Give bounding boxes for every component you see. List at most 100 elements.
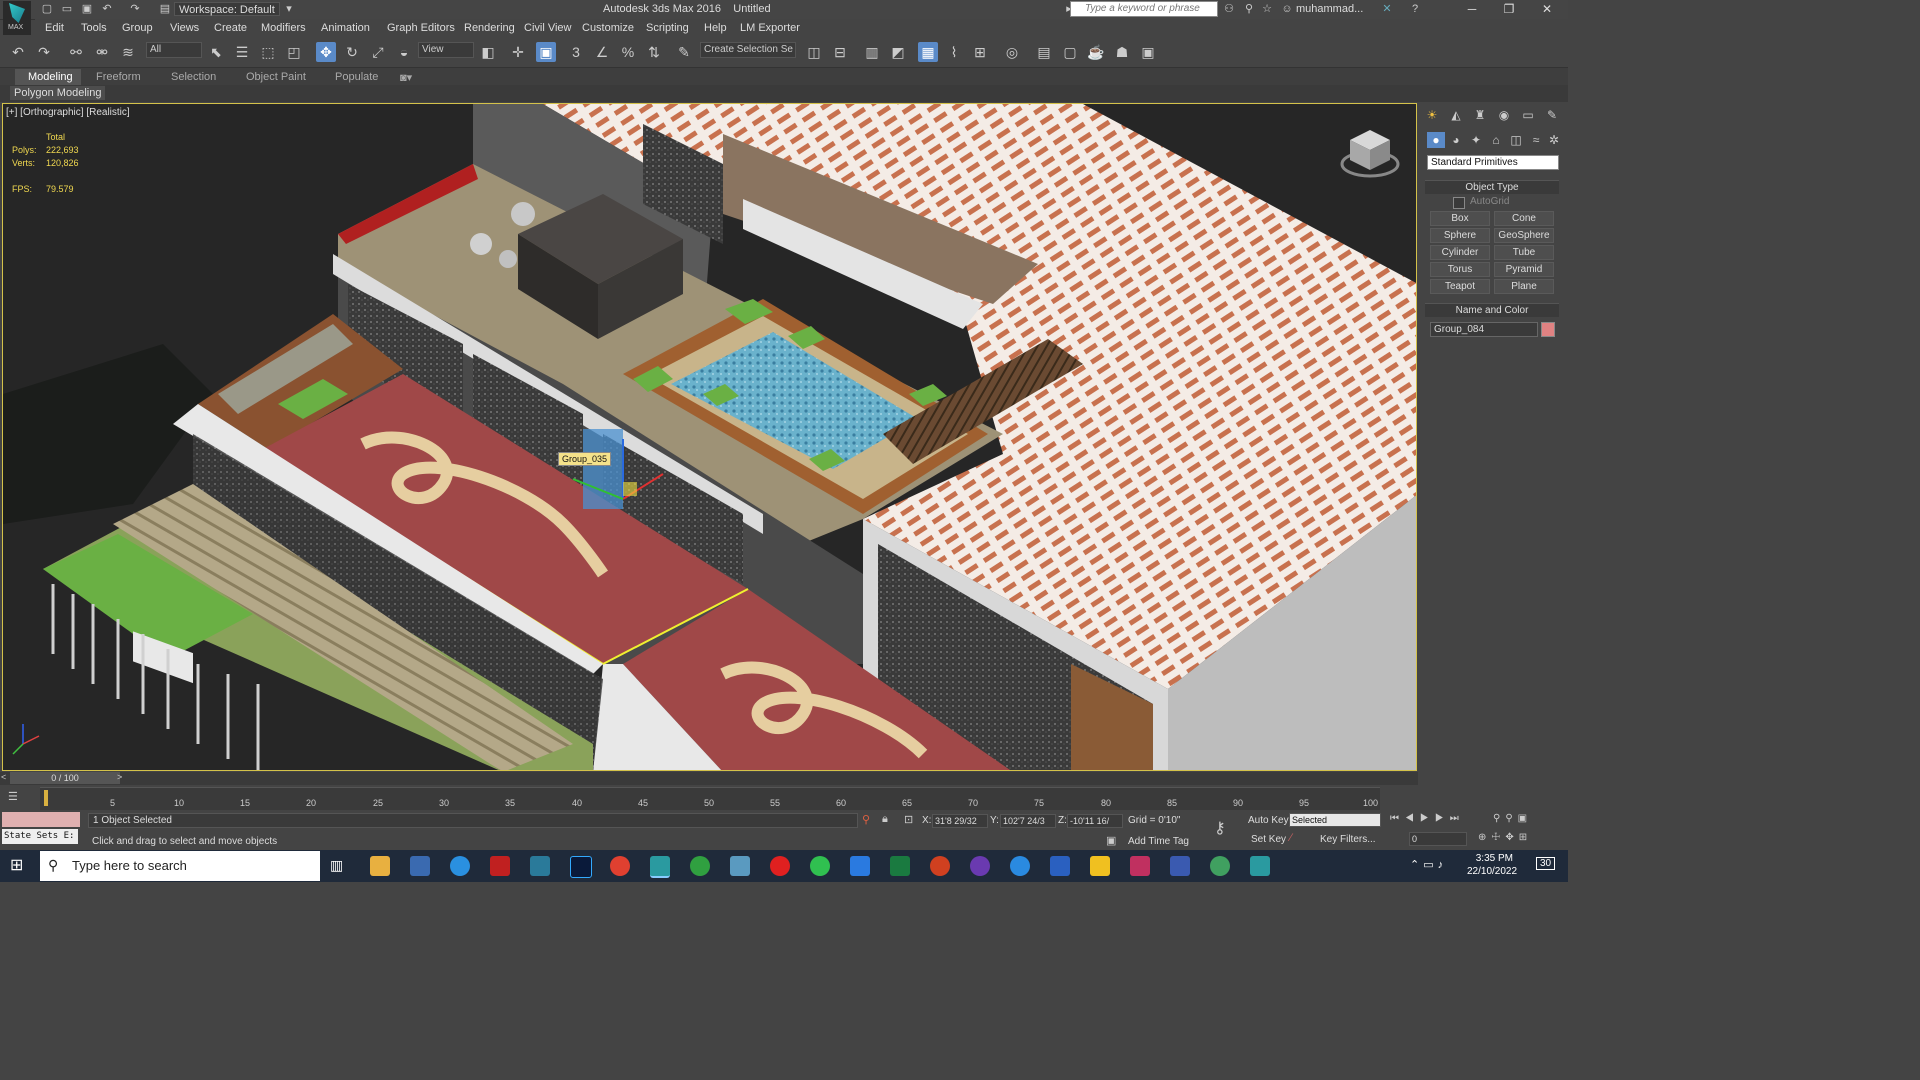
curve-editor-icon[interactable]: ⌇ bbox=[944, 42, 964, 62]
mini-curve-editor-icon[interactable]: ☰ bbox=[8, 790, 26, 804]
bind-space-warp-icon[interactable]: ≋ bbox=[118, 42, 138, 62]
undo-icon[interactable]: ↶ bbox=[100, 2, 114, 16]
system-tray-icons[interactable]: ⌃▭♪ bbox=[1410, 858, 1447, 871]
unlink-icon[interactable]: ⚮ bbox=[92, 42, 112, 62]
app-green-icon[interactable] bbox=[1210, 856, 1230, 876]
hierarchy-tab-icon[interactable]: ♜ bbox=[1471, 107, 1489, 123]
rectangular-selection-icon[interactable]: ⬚ bbox=[258, 42, 278, 62]
telegram-icon[interactable] bbox=[1010, 856, 1030, 876]
chevron-down-icon[interactable]: ▾ bbox=[282, 2, 296, 16]
user-name[interactable]: muhammad... bbox=[1296, 3, 1363, 15]
spinner-snap-icon[interactable]: ⇅ bbox=[644, 42, 664, 62]
manipulate-icon[interactable]: ✛ bbox=[508, 42, 528, 62]
maxscript-listener[interactable] bbox=[2, 812, 80, 827]
taskbar-clock[interactable]: 3:35 PM 22/10/2022 bbox=[1467, 852, 1517, 878]
pyramid-button[interactable]: Pyramid bbox=[1494, 262, 1554, 277]
todo-icon[interactable] bbox=[850, 856, 870, 876]
menu-graph-editors[interactable]: Graph Editors bbox=[387, 22, 455, 34]
3dsmax-alt-icon[interactable] bbox=[1250, 856, 1270, 876]
viewport-perspective[interactable] bbox=[2, 103, 1417, 771]
app-g-icon[interactable] bbox=[930, 856, 950, 876]
minimize-button[interactable]: ─ bbox=[1455, 0, 1489, 19]
app-icon[interactable] bbox=[730, 856, 750, 876]
tab-populate[interactable]: Populate bbox=[335, 71, 378, 83]
ribbon-options-icon[interactable]: ◙▾ bbox=[400, 71, 412, 84]
menu-rendering[interactable]: Rendering bbox=[464, 22, 515, 34]
sphere-button[interactable]: Sphere bbox=[1430, 228, 1490, 243]
menu-help[interactable]: Help bbox=[704, 22, 727, 34]
key-filters-button[interactable]: Key Filters... bbox=[1320, 834, 1376, 845]
key-tangent-icon[interactable]: ∕ bbox=[1290, 832, 1292, 844]
photoshop-icon[interactable] bbox=[570, 856, 592, 878]
systems-icon[interactable]: ✲ bbox=[1545, 132, 1563, 148]
render-production-icon[interactable]: ☕ bbox=[1086, 42, 1106, 62]
motion-tab-icon[interactable]: ◉ bbox=[1495, 107, 1513, 123]
add-time-tag-label[interactable]: Add Time Tag bbox=[1128, 836, 1189, 847]
exchange-icon[interactable]: ✕ bbox=[1380, 2, 1394, 16]
app-s-icon[interactable] bbox=[1170, 856, 1190, 876]
task-view-icon[interactable]: ▥ bbox=[330, 857, 343, 874]
undo-icon[interactable]: ↶ bbox=[8, 42, 28, 62]
tab-modeling[interactable]: Modeling bbox=[28, 71, 73, 83]
state-sets-field[interactable]: State Sets E: bbox=[2, 829, 78, 844]
3dsmax-taskbar-icon[interactable] bbox=[650, 856, 670, 878]
autogrid-checkbox[interactable] bbox=[1453, 197, 1465, 209]
playback-controls[interactable]: ⏮◀▶▶⏭ bbox=[1390, 813, 1465, 824]
material-editor-icon[interactable]: ◎ bbox=[1002, 42, 1022, 62]
snaps-toggle-icon[interactable]: 3 bbox=[566, 42, 586, 62]
sticky-notes-icon[interactable] bbox=[1090, 856, 1110, 876]
redo-icon[interactable]: ↷ bbox=[128, 2, 142, 16]
tab-freeform[interactable]: Freeform bbox=[96, 71, 141, 83]
opera-icon[interactable] bbox=[770, 856, 790, 876]
pivot-center-icon[interactable]: ◧ bbox=[478, 42, 498, 62]
time-next-arrow[interactable]: > bbox=[117, 772, 125, 784]
lights-icon[interactable]: ✦ bbox=[1467, 132, 1485, 148]
workspace-dropdown[interactable]: Workspace: Default bbox=[174, 2, 280, 16]
tab-selection[interactable]: Selection bbox=[171, 71, 216, 83]
isolate-selection-icon[interactable]: ⚲ bbox=[862, 813, 870, 826]
name-and-color-rollout[interactable]: Name and Color bbox=[1425, 303, 1559, 317]
save-file-icon[interactable]: ▣ bbox=[80, 2, 94, 16]
render-setup-icon[interactable]: ▤ bbox=[1034, 42, 1054, 62]
edit-named-selection-icon[interactable]: ✎ bbox=[674, 42, 694, 62]
menu-scripting[interactable]: Scripting bbox=[646, 22, 689, 34]
teapot-button[interactable]: Teapot bbox=[1430, 279, 1490, 294]
keyboard-shortcut-override-icon[interactable]: ▣ bbox=[536, 42, 556, 62]
absolute-mode-icon[interactable]: ⊡ bbox=[904, 813, 913, 826]
auto-key-button[interactable]: Auto Key bbox=[1248, 815, 1289, 826]
key-icon[interactable]: ⚷ bbox=[1214, 818, 1226, 838]
acrobat-icon[interactable] bbox=[490, 856, 510, 876]
select-and-rotate-icon[interactable]: ↻ bbox=[342, 42, 362, 62]
sketchup-icon[interactable] bbox=[530, 856, 550, 876]
calculator-icon[interactable] bbox=[410, 856, 430, 876]
z-coordinate-field[interactable]: -10'11 16/ bbox=[1067, 814, 1123, 828]
align-icon[interactable]: ⊟ bbox=[830, 42, 850, 62]
cylinder-button[interactable]: Cylinder bbox=[1430, 245, 1490, 260]
viewcube[interactable] bbox=[1340, 124, 1400, 180]
select-and-link-icon[interactable]: ⚯ bbox=[66, 42, 86, 62]
shapes-icon[interactable]: ◕ bbox=[1447, 132, 1465, 148]
app-purple-icon[interactable] bbox=[970, 856, 990, 876]
menu-edit[interactable]: Edit bbox=[45, 22, 64, 34]
edge-icon[interactable] bbox=[450, 856, 470, 876]
cone-button[interactable]: Cone bbox=[1494, 211, 1554, 226]
reference-coordinate-dropdown[interactable]: View bbox=[418, 42, 474, 58]
object-type-rollout[interactable]: Object Type bbox=[1425, 180, 1559, 194]
viewport-nav-controls[interactable]: ⊕☩✥⊞ bbox=[1478, 832, 1532, 843]
select-and-move-icon[interactable]: ✥ bbox=[316, 42, 336, 62]
menu-tools[interactable]: Tools bbox=[81, 22, 107, 34]
current-frame-marker[interactable] bbox=[44, 790, 48, 806]
time-tag-icon[interactable]: ▣ bbox=[1106, 834, 1116, 847]
x-coordinate-field[interactable]: 31'8 29/32 bbox=[932, 814, 988, 828]
percent-snap-icon[interactable]: % bbox=[618, 42, 638, 62]
whatsapp-icon[interactable] bbox=[810, 856, 830, 876]
create-tab-icon[interactable]: ☀ bbox=[1423, 107, 1441, 123]
helpers-icon[interactable]: ◫ bbox=[1507, 132, 1525, 148]
chrome-icon[interactable] bbox=[610, 856, 630, 876]
layer-explorer-icon[interactable]: ▥ bbox=[862, 42, 882, 62]
menu-modifiers[interactable]: Modifiers bbox=[261, 22, 306, 34]
place-icon[interactable]: ◒ bbox=[394, 42, 414, 62]
tab-object-paint[interactable]: Object Paint bbox=[246, 71, 306, 83]
cameras-icon[interactable]: ⌂ bbox=[1487, 132, 1505, 148]
favorites-star-icon[interactable]: ☆ bbox=[1260, 2, 1274, 16]
